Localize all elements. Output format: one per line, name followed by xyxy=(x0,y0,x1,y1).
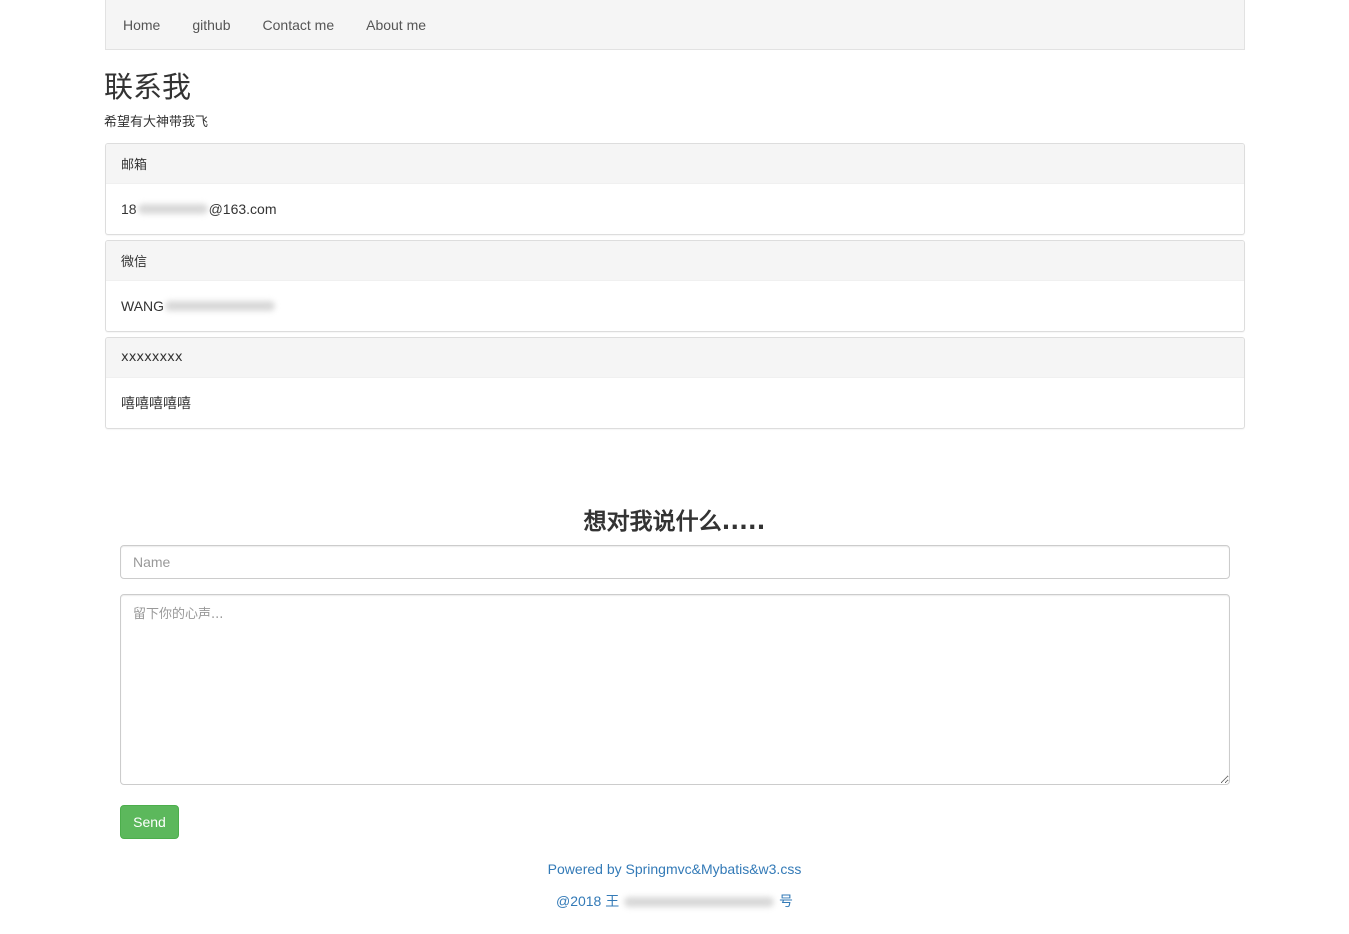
email-value-prefix: 18 xyxy=(121,201,137,217)
email-panel: 邮箱 18 @163.com xyxy=(105,143,1245,235)
nav-link-github[interactable]: github xyxy=(192,17,230,33)
email-value-suffix: @163.com xyxy=(208,201,277,217)
footer-copyright: @2018 王 号 xyxy=(0,891,1349,911)
wechat-panel: 微信 WANG xyxy=(105,240,1245,332)
redacted-blur xyxy=(137,204,208,214)
send-button[interactable]: Send xyxy=(120,805,179,839)
copyright-suffix: 号 xyxy=(779,893,794,909)
copyright-prefix: @2018 王 xyxy=(555,893,620,909)
other-panel: xxxxxxxx 嘻嘻嘻嘻嘻 xyxy=(105,337,1245,429)
powered-by-link[interactable]: Powered by Springmvc&Mybatis&w3.css xyxy=(548,861,802,877)
nav-link-home[interactable]: Home xyxy=(123,17,160,33)
nav-link-contact[interactable]: Contact me xyxy=(263,17,335,33)
other-panel-heading: xxxxxxxx xyxy=(106,338,1244,378)
other-value: 嘻嘻嘻嘻嘻 xyxy=(121,395,191,411)
redacted-blur xyxy=(165,301,276,311)
page-title: 联系我 xyxy=(104,70,192,104)
wechat-value-prefix: WANG xyxy=(121,298,165,314)
page-subtitle: 希望有大神带我飞 xyxy=(104,115,209,130)
redacted-blur xyxy=(624,897,775,908)
top-navbar: Home github Contact me About me xyxy=(105,0,1245,50)
email-panel-heading: 邮箱 xyxy=(106,144,1244,184)
other-panel-body: 嘻嘻嘻嘻嘻 xyxy=(106,378,1244,428)
nav-link-about[interactable]: About me xyxy=(366,17,426,33)
message-textarea[interactable] xyxy=(120,594,1230,785)
footer-powered-by: Powered by Springmvc&Mybatis&w3.css xyxy=(0,861,1349,877)
form-title: 想对我说什么..... xyxy=(583,509,766,535)
wechat-panel-body: WANG xyxy=(106,281,1244,331)
email-panel-body: 18 @163.com xyxy=(106,184,1244,234)
wechat-panel-heading: 微信 xyxy=(106,241,1244,281)
name-input[interactable] xyxy=(120,545,1230,579)
